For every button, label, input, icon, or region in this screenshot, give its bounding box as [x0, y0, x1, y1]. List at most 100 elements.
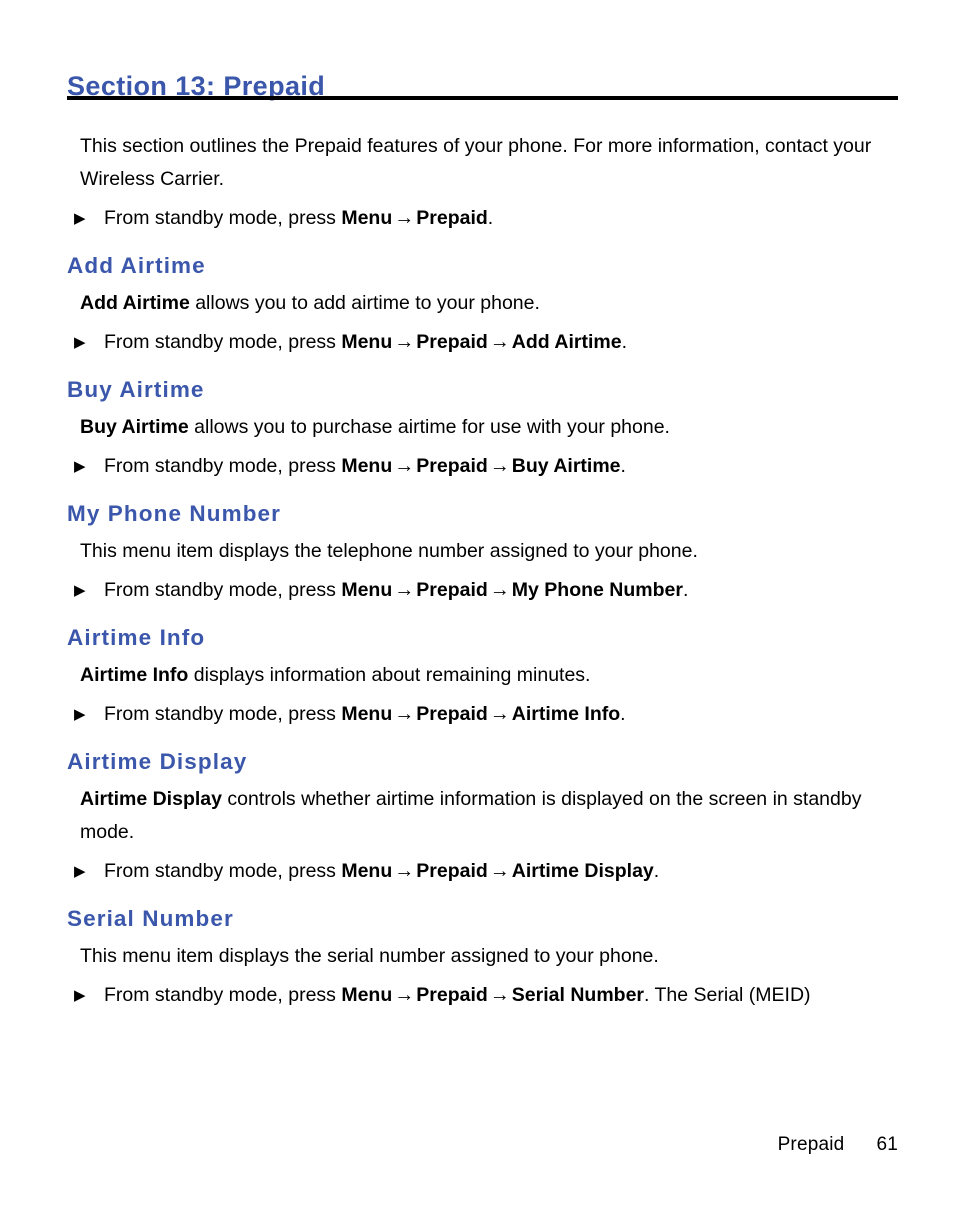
arrow-right-icon: → — [394, 860, 415, 882]
menu-path-item: My Phone Number — [511, 579, 683, 601]
menu-path-item: Menu — [341, 579, 393, 601]
body-rest: This menu item displays the serial numbe… — [80, 945, 659, 967]
menu-path-item: Prepaid — [416, 860, 488, 882]
bullet-step-text: From standby mode, press Menu → Prepaid → Ad… — [104, 331, 627, 353]
bullet-step-lead: From standby mode, press — [104, 703, 342, 725]
intro-block: This section outlines the Prepaid featur… — [0, 130, 954, 235]
arrow-right-icon: → — [489, 984, 510, 1006]
page-footer: Prepaid 61 — [0, 1134, 954, 1156]
menu-path-item: Prepaid — [416, 984, 488, 1006]
section-add-airtime: Add Airtime Add Airtime allows you to ad… — [0, 251, 954, 359]
menu-path-item: Menu — [341, 207, 393, 229]
bullet-step-lead: From standby mode, press — [104, 331, 342, 353]
section-airtime-display: Airtime Display Airtime Display controls… — [0, 747, 954, 888]
bullet-step-lead: From standby mode, press — [104, 455, 342, 477]
bullet-triangle-icon: ▶ — [74, 706, 86, 723]
bullet-step-tail: . — [621, 331, 628, 353]
arrow-right-icon: → — [489, 860, 510, 882]
section-heading-serial-number: Serial Number — [67, 906, 234, 931]
bullet-step-lead: From standby mode, press — [104, 984, 342, 1006]
body-rest: This menu item displays the telephone nu… — [80, 540, 698, 562]
menu-path-item: Menu — [341, 331, 393, 353]
footer-page-number: 61 — [876, 1134, 898, 1155]
bullet-step-tail: . The Serial (MEID) — [644, 984, 811, 1006]
menu-path-item: Airtime Display — [511, 860, 654, 882]
intro-bullet-step: ▶ From standby mode, press Menu → Prepaid. — [0, 202, 954, 235]
menu-path-item: Menu — [341, 860, 393, 882]
arrow-right-icon: → — [489, 331, 510, 353]
arrow-right-icon: → — [489, 579, 510, 601]
title-divider-rule — [67, 96, 898, 100]
document-page: Section 13: Prepaid This section outline… — [0, 0, 954, 1209]
body-bold-lead: Buy Airtime — [80, 416, 189, 438]
bullet-step-lead: From standby mode, press — [104, 207, 342, 229]
menu-path-item: Prepaid — [416, 579, 488, 601]
bullet-step-add-airtime: ▶ From standby mode, press Menu → Prepaid →… — [0, 326, 954, 359]
bullet-step-text: From standby mode, press Menu → Prepaid → Ai… — [104, 860, 659, 882]
arrow-right-icon: → — [394, 455, 415, 477]
bullet-step-buy-airtime: ▶ From standby mode, press Menu → Prepaid →… — [0, 450, 954, 483]
bullet-triangle-icon: ▶ — [74, 210, 86, 227]
menu-path-item: Prepaid — [416, 331, 488, 353]
menu-path-item: Menu — [341, 703, 393, 725]
bullet-triangle-icon: ▶ — [74, 987, 86, 1004]
menu-path-item: Prepaid — [416, 455, 488, 477]
body-rest: displays information about remaining min… — [188, 664, 591, 686]
section-serial-number: Serial Number This menu item displays th… — [0, 904, 954, 1012]
section-heading-my-phone-number: My Phone Number — [67, 501, 282, 526]
body-rest: allows you to add airtime to your phone. — [189, 292, 540, 314]
arrow-right-icon: → — [394, 207, 415, 229]
bullet-step-tail: . — [487, 207, 494, 229]
bullet-triangle-icon: ▶ — [74, 458, 86, 475]
bullet-step-lead: From standby mode, press — [104, 579, 342, 601]
bullet-triangle-icon: ▶ — [74, 334, 86, 351]
section-body-airtime-display: Airtime Display controls whether airtime… — [0, 783, 954, 849]
bullet-step-airtime-display: ▶ From standby mode, press Menu → Prepaid →… — [0, 855, 954, 888]
bullet-step-text: From standby mode, press Menu → Prepaid → Se… — [104, 984, 811, 1006]
section-body-buy-airtime: Buy Airtime allows you to purchase airti… — [0, 411, 954, 444]
body-bold-lead: Airtime Info — [80, 664, 189, 686]
section-body-serial-number: This menu item displays the serial numbe… — [0, 940, 954, 973]
arrow-right-icon: → — [394, 703, 415, 725]
arrow-right-icon: → — [489, 455, 510, 477]
bullet-step-serial-number: ▶ From standby mode, press Menu → Prepaid →… — [0, 979, 954, 1012]
menu-path-item: Menu — [341, 455, 393, 477]
body-bold-lead: Add Airtime — [80, 292, 190, 314]
body-bold-lead: Airtime Display — [80, 788, 222, 810]
bullet-step-tail: . — [620, 703, 626, 725]
intro-paragraph: This section outlines the Prepaid featur… — [80, 135, 872, 190]
bullet-step-tail: . — [682, 579, 689, 601]
menu-path-item: Buy Airtime — [511, 455, 621, 477]
bullet-triangle-icon: ▶ — [74, 582, 86, 599]
bullet-step-text: From standby mode, press Menu → Prepaid → My… — [104, 579, 688, 601]
section-heading-airtime-info: Airtime Info — [67, 625, 206, 650]
arrow-right-icon: → — [394, 984, 415, 1006]
section-my-phone-number: My Phone Number This menu item displays … — [0, 499, 954, 607]
bullet-step-lead: From standby mode, press — [104, 860, 342, 882]
section-body-add-airtime: Add Airtime allows you to add airtime to… — [0, 287, 954, 320]
section-heading-airtime-display: Airtime Display — [67, 749, 248, 774]
bullet-step-my-phone-number: ▶ From standby mode, press Menu → Prepaid →… — [0, 574, 954, 607]
menu-path-item: Airtime Info — [511, 703, 621, 725]
menu-path-item: Prepaid — [416, 207, 488, 229]
arrow-right-icon: → — [394, 579, 415, 601]
arrow-right-icon: → — [394, 331, 415, 353]
section-heading-add-airtime: Add Airtime — [67, 253, 206, 278]
bullet-step-airtime-info: ▶ From standby mode, press Menu → Prepaid →… — [0, 698, 954, 731]
menu-path-item: Add Airtime — [511, 331, 622, 353]
arrow-right-icon: → — [489, 703, 510, 725]
document-content: This section outlines the Prepaid featur… — [0, 126, 954, 1012]
section-airtime-info: Airtime Info Airtime Info displays infor… — [0, 623, 954, 731]
section-body-airtime-info: Airtime Info displays information about … — [0, 659, 954, 692]
body-rest: allows you to purchase airtime for use w… — [188, 416, 670, 438]
menu-path-item: Serial Number — [511, 984, 645, 1006]
section-body-my-phone-number: This menu item displays the telephone nu… — [0, 535, 954, 568]
bullet-step-text: From standby mode, press Menu → Prepaid → Ai… — [104, 703, 626, 725]
bullet-step-tail: . — [653, 860, 660, 882]
menu-path-item: Menu — [341, 984, 393, 1006]
bullet-step-text: From standby mode, press Menu → Prepaid. — [104, 207, 493, 229]
section-heading-buy-airtime: Buy Airtime — [67, 377, 205, 402]
footer-section-label: Prepaid — [777, 1134, 845, 1155]
menu-path-item: Prepaid — [416, 703, 488, 725]
bullet-triangle-icon: ▶ — [74, 863, 86, 880]
